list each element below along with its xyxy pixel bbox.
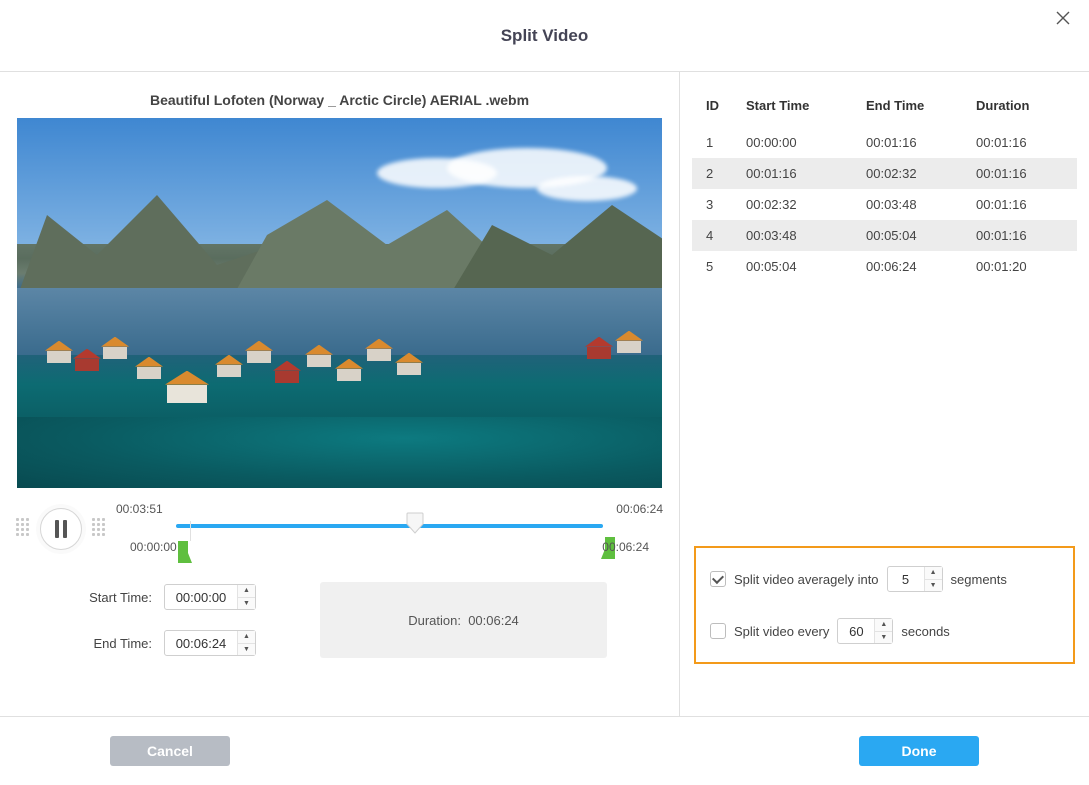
dialog-title: Split Video [501, 26, 589, 46]
table-cell: 00:01:16 [968, 158, 1077, 189]
table-cell: 00:02:32 [858, 158, 968, 189]
video-filename: Beautiful Lofoten (Norway _ Arctic Circl… [12, 92, 667, 108]
split-averagely-input[interactable]: ▲ ▼ [887, 566, 943, 592]
end-time-step-up[interactable]: ▲ [238, 631, 255, 644]
drag-grip-icon[interactable] [16, 518, 30, 540]
split-averagely-label-post: segments [951, 572, 1007, 587]
duration-label: Duration: [408, 613, 461, 628]
start-time-step-up[interactable]: ▲ [238, 585, 255, 598]
table-cell: 00:03:48 [858, 189, 968, 220]
table-cell: 00:01:16 [968, 127, 1077, 158]
segments-table: ID Start Time End Time Duration 100:00:0… [692, 88, 1077, 282]
split-averagely-label-pre: Split video averagely into [734, 572, 879, 587]
split-every-label-pre: Split video every [734, 624, 829, 639]
table-cell: 00:01:16 [968, 189, 1077, 220]
table-row[interactable]: 100:00:0000:01:1600:01:16 [692, 127, 1077, 158]
footer: Cancel Done [0, 716, 1089, 785]
table-cell: 00:03:48 [738, 220, 858, 251]
split-averagely-checkbox[interactable] [710, 571, 726, 587]
table-cell: 4 [692, 220, 738, 251]
duration-value: 00:06:24 [468, 613, 519, 628]
track-line [176, 524, 603, 528]
avg-step-down[interactable]: ▼ [925, 580, 942, 592]
table-cell: 00:01:16 [858, 127, 968, 158]
range-start-label: 00:00:00 [130, 540, 177, 554]
end-time-step-down[interactable]: ▼ [238, 644, 255, 656]
start-time-input[interactable]: ▲ ▼ [164, 584, 256, 610]
every-step-down[interactable]: ▼ [875, 632, 892, 644]
start-time-field[interactable] [165, 590, 237, 605]
col-duration: Duration [968, 88, 1077, 127]
table-row[interactable]: 200:01:1600:02:3200:01:16 [692, 158, 1077, 189]
video-preview[interactable] [17, 118, 662, 488]
drag-grip-icon[interactable] [92, 518, 106, 540]
playhead-scrubber[interactable] [406, 512, 424, 534]
table-row[interactable]: 300:02:3200:03:4800:01:16 [692, 189, 1077, 220]
table-cell: 1 [692, 127, 738, 158]
close-icon[interactable] [1055, 10, 1075, 30]
table-cell: 00:01:16 [968, 220, 1077, 251]
col-id: ID [692, 88, 738, 127]
table-cell: 00:01:16 [738, 158, 858, 189]
avg-step-up[interactable]: ▲ [925, 567, 942, 580]
split-every-input[interactable]: ▲ ▼ [837, 618, 893, 644]
table-cell: 00:05:04 [858, 220, 968, 251]
range-end-label: 00:06:24 [602, 540, 649, 554]
end-time-field[interactable] [165, 636, 237, 651]
done-button[interactable]: Done [859, 736, 979, 766]
end-time-input[interactable]: ▲ ▼ [164, 630, 256, 656]
split-averagely-field[interactable] [888, 572, 924, 587]
split-every-checkbox[interactable] [710, 623, 726, 639]
pause-icon [55, 520, 67, 538]
table-row[interactable]: 400:03:4800:05:0400:01:16 [692, 220, 1077, 251]
split-every-label-post: seconds [901, 624, 949, 639]
col-end: End Time [858, 88, 968, 127]
col-start: Start Time [738, 88, 858, 127]
timeline[interactable]: 00:03:51 00:06:24 00:00:00 00:06:24 [116, 496, 663, 562]
title-bar: Split Video [0, 0, 1089, 72]
table-cell: 3 [692, 189, 738, 220]
cancel-button[interactable]: Cancel [110, 736, 230, 766]
table-cell: 2 [692, 158, 738, 189]
pause-button[interactable] [40, 508, 82, 550]
table-cell: 00:02:32 [738, 189, 858, 220]
table-cell: 00:06:24 [858, 251, 968, 282]
table-cell: 5 [692, 251, 738, 282]
split-every-field[interactable] [838, 624, 874, 639]
table-cell: 00:00:00 [738, 127, 858, 158]
table-cell: 00:01:20 [968, 251, 1077, 282]
start-time-label: Start Time: [72, 590, 152, 605]
table-cell: 00:05:04 [738, 251, 858, 282]
split-options-panel: Split video averagely into ▲ ▼ segments … [694, 546, 1075, 664]
playback-total-time: 00:06:24 [616, 502, 663, 516]
every-step-up[interactable]: ▲ [875, 619, 892, 632]
start-time-step-down[interactable]: ▼ [238, 598, 255, 610]
range-handle-start[interactable] [166, 521, 191, 541]
duration-display: Duration: 00:06:24 [320, 582, 607, 658]
end-time-label: End Time: [72, 636, 152, 651]
table-row[interactable]: 500:05:0400:06:2400:01:20 [692, 251, 1077, 282]
playback-current-time: 00:03:51 [116, 502, 163, 516]
